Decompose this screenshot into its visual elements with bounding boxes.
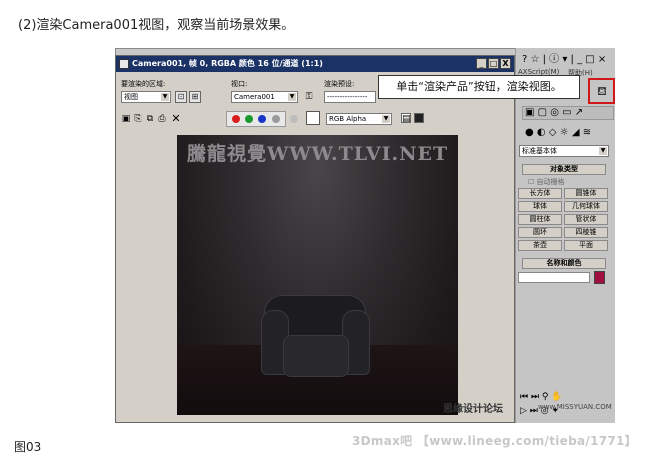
create-tab-icons: ● ◐ ◇ ☼ ◢ ≋: [525, 127, 592, 138]
teapot-icon[interactable]: ⛾: [593, 83, 611, 99]
chevron-down-icon: ▼: [288, 93, 296, 101]
preset-label: 渲染预设:: [324, 80, 355, 88]
viewport-dropdown[interactable]: Camera001 ▼: [231, 91, 298, 103]
blue-channel-icon[interactable]: [258, 115, 266, 123]
render-view: 騰龍視覺WWW.TLVI.NET: [177, 135, 458, 415]
channel-display-dropdown[interactable]: RGB Alpha ▼: [326, 113, 392, 125]
save-icon[interactable]: ▣: [121, 114, 131, 124]
command-panel: ? ☆ | ⓘ ▾ | _ □ × AXScript(M) 帮助(H) ▣ ▢ …: [515, 48, 615, 423]
btn-pyramid[interactable]: 四棱锥: [564, 227, 608, 238]
color-swatch[interactable]: [594, 271, 605, 284]
autogrid-checkbox[interactable]: ☐ 自动栅格: [528, 177, 565, 187]
clear-icon[interactable]: ✕: [171, 113, 181, 124]
btn-plane[interactable]: 平面: [564, 240, 608, 251]
chevron-down-icon: ▼: [599, 147, 607, 155]
maximize-button[interactable]: □: [488, 58, 499, 69]
display-toggle-icon[interactable]: ▤: [401, 113, 411, 124]
btn-tube[interactable]: 管状体: [564, 214, 608, 225]
callout-note: 单击“渲染产品”按钮，渲染视图。: [378, 75, 580, 99]
btn-box[interactable]: 长方体: [518, 188, 562, 199]
viewport-label: 视口:: [231, 80, 248, 88]
minimize-button[interactable]: _: [476, 58, 487, 69]
step-caption: (2)渲染Camera001视图，观察当前场景效果。: [18, 18, 295, 33]
category-dropdown[interactable]: 标准基本体 ▼: [519, 145, 609, 157]
region-edit-icon[interactable]: ⊡: [175, 91, 187, 103]
btn-geosphere[interactable]: 几何球体: [564, 201, 608, 212]
area-label: 要渲染的区域:: [121, 80, 166, 88]
chair-seat: [283, 335, 349, 377]
clone-icon[interactable]: ⧉: [145, 114, 155, 124]
panel-tab-icons: ▣ ▢ ◎ ▭ ↗: [525, 107, 584, 118]
auto-region-icon[interactable]: ⊞: [189, 91, 201, 103]
app-icon: [119, 59, 129, 69]
alpha-channel-icon[interactable]: [272, 115, 280, 123]
rollout-name-color[interactable]: 名称和颜色: [522, 258, 606, 269]
print-icon[interactable]: ⎙: [157, 114, 167, 124]
red-channel-icon[interactable]: [232, 115, 240, 123]
object-name-field[interactable]: [518, 272, 590, 283]
btn-teapot[interactable]: 茶壶: [518, 240, 562, 251]
playback-icons: ⏮ ⏭ ⚲ ✋: [520, 392, 563, 402]
green-channel-icon[interactable]: [245, 115, 253, 123]
btn-torus[interactable]: 圆环: [518, 227, 562, 238]
close-button[interactable]: X: [500, 58, 511, 69]
display-dark-icon[interactable]: [414, 113, 424, 123]
menu-bar-icons: ? ☆ | ⓘ ▾ | _ □ ×: [522, 54, 607, 65]
preset-dropdown[interactable]: ----------------: [324, 91, 376, 103]
chevron-down-icon: ▼: [161, 93, 169, 101]
btn-cylinder[interactable]: 圆柱体: [518, 214, 562, 225]
btn-cone[interactable]: 圆锥体: [564, 188, 608, 199]
footer-watermark: 3Dmax吧 【www.lineeg.com/tieba/1771】: [352, 434, 637, 448]
area-dropdown[interactable]: 视图 ▼: [121, 91, 171, 103]
copy-icon[interactable]: ⎘: [133, 114, 143, 124]
rollout-object-type[interactable]: 对象类型: [522, 164, 606, 175]
window-title: Camera001, 帧 0, RGBA 颜色 16 位/通道 (1:1): [116, 56, 514, 72]
btn-sphere[interactable]: 球体: [518, 201, 562, 212]
figure-caption: 图03: [14, 440, 42, 454]
chevron-down-icon: ▼: [382, 115, 390, 123]
view-watermark: 騰龍視覺WWW.TLVI.NET: [187, 143, 449, 165]
mono-icon[interactable]: [290, 115, 298, 123]
color-swatch-box[interactable]: [306, 111, 320, 125]
forum-watermark: 思缘设计论坛: [443, 404, 503, 415]
lock-icon[interactable]: ⚿: [304, 92, 314, 102]
missyuan-watermark: www.MISSYUAN.COM: [538, 403, 612, 411]
